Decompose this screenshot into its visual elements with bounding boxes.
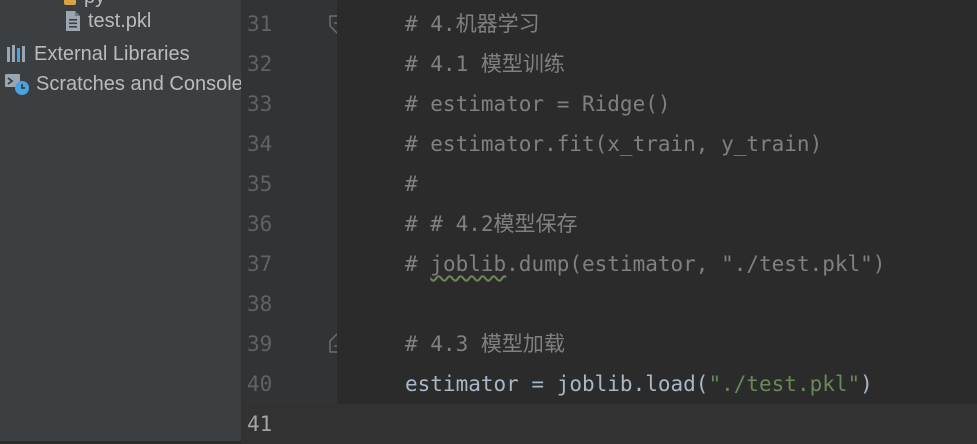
line-number[interactable]: 31 xyxy=(247,4,272,44)
line-number[interactable]: 40 xyxy=(247,364,272,404)
code-line-35[interactable]: # xyxy=(405,164,418,204)
code-line-31[interactable]: # 4.机器学习 xyxy=(405,4,540,44)
code-line-33[interactable]: # estimator = Ridge() xyxy=(405,84,671,124)
code-line-34[interactable]: # estimator.fit(x_train, y_train) xyxy=(405,124,822,164)
code-token: ) xyxy=(860,372,873,396)
line-number[interactable]: 32 xyxy=(247,44,272,84)
scratches-icon xyxy=(4,72,30,96)
code-token: estimator = joblib.load( xyxy=(405,372,709,396)
line-number-current[interactable]: 41 xyxy=(247,404,272,444)
project-panel: py test.pkl External Libraries xyxy=(0,0,241,441)
string-literal: "./test.pkl" xyxy=(708,372,861,396)
code-line-37[interactable]: # joblib.dump(estimator, "./test.pkl") xyxy=(405,244,885,284)
line-number[interactable]: 37 xyxy=(247,244,272,284)
python-file-icon xyxy=(62,0,78,5)
text-file-icon xyxy=(64,10,82,32)
code-token: # xyxy=(405,252,431,276)
tree-item-test-pkl[interactable]: test.pkl xyxy=(64,6,241,36)
tree-item-scratches-and-consoles[interactable]: Scratches and Consoles xyxy=(4,69,241,99)
line-number[interactable]: 36 xyxy=(247,204,272,244)
code-line-39[interactable]: # 4.3 模型加载 xyxy=(405,324,565,364)
line-number[interactable]: 34 xyxy=(247,124,272,164)
line-number[interactable]: 38 xyxy=(247,284,272,324)
line-number[interactable]: 33 xyxy=(247,84,272,124)
code-line-36[interactable]: # # 4.2模型保存 xyxy=(405,204,578,244)
spellcheck-warning[interactable]: joblib xyxy=(430,252,506,276)
tree-item-label: test.pkl xyxy=(88,9,152,32)
tree-item-label: Scratches and Consoles xyxy=(36,72,241,95)
line-number[interactable]: 35 xyxy=(247,164,272,204)
code-line-40[interactable]: estimator = joblib.load("./test.pkl") xyxy=(405,364,873,404)
line-number[interactable]: 39 xyxy=(247,324,272,364)
caret-row-highlight xyxy=(337,404,977,444)
code-line-32[interactable]: # 4.1 模型训练 xyxy=(405,44,565,84)
tree-item-label: External Libraries xyxy=(34,42,190,65)
code-token: .dump(estimator, "./test.pkl") xyxy=(506,252,886,276)
tree-item-external-libraries[interactable]: External Libraries xyxy=(6,39,241,69)
library-icon xyxy=(6,44,28,64)
